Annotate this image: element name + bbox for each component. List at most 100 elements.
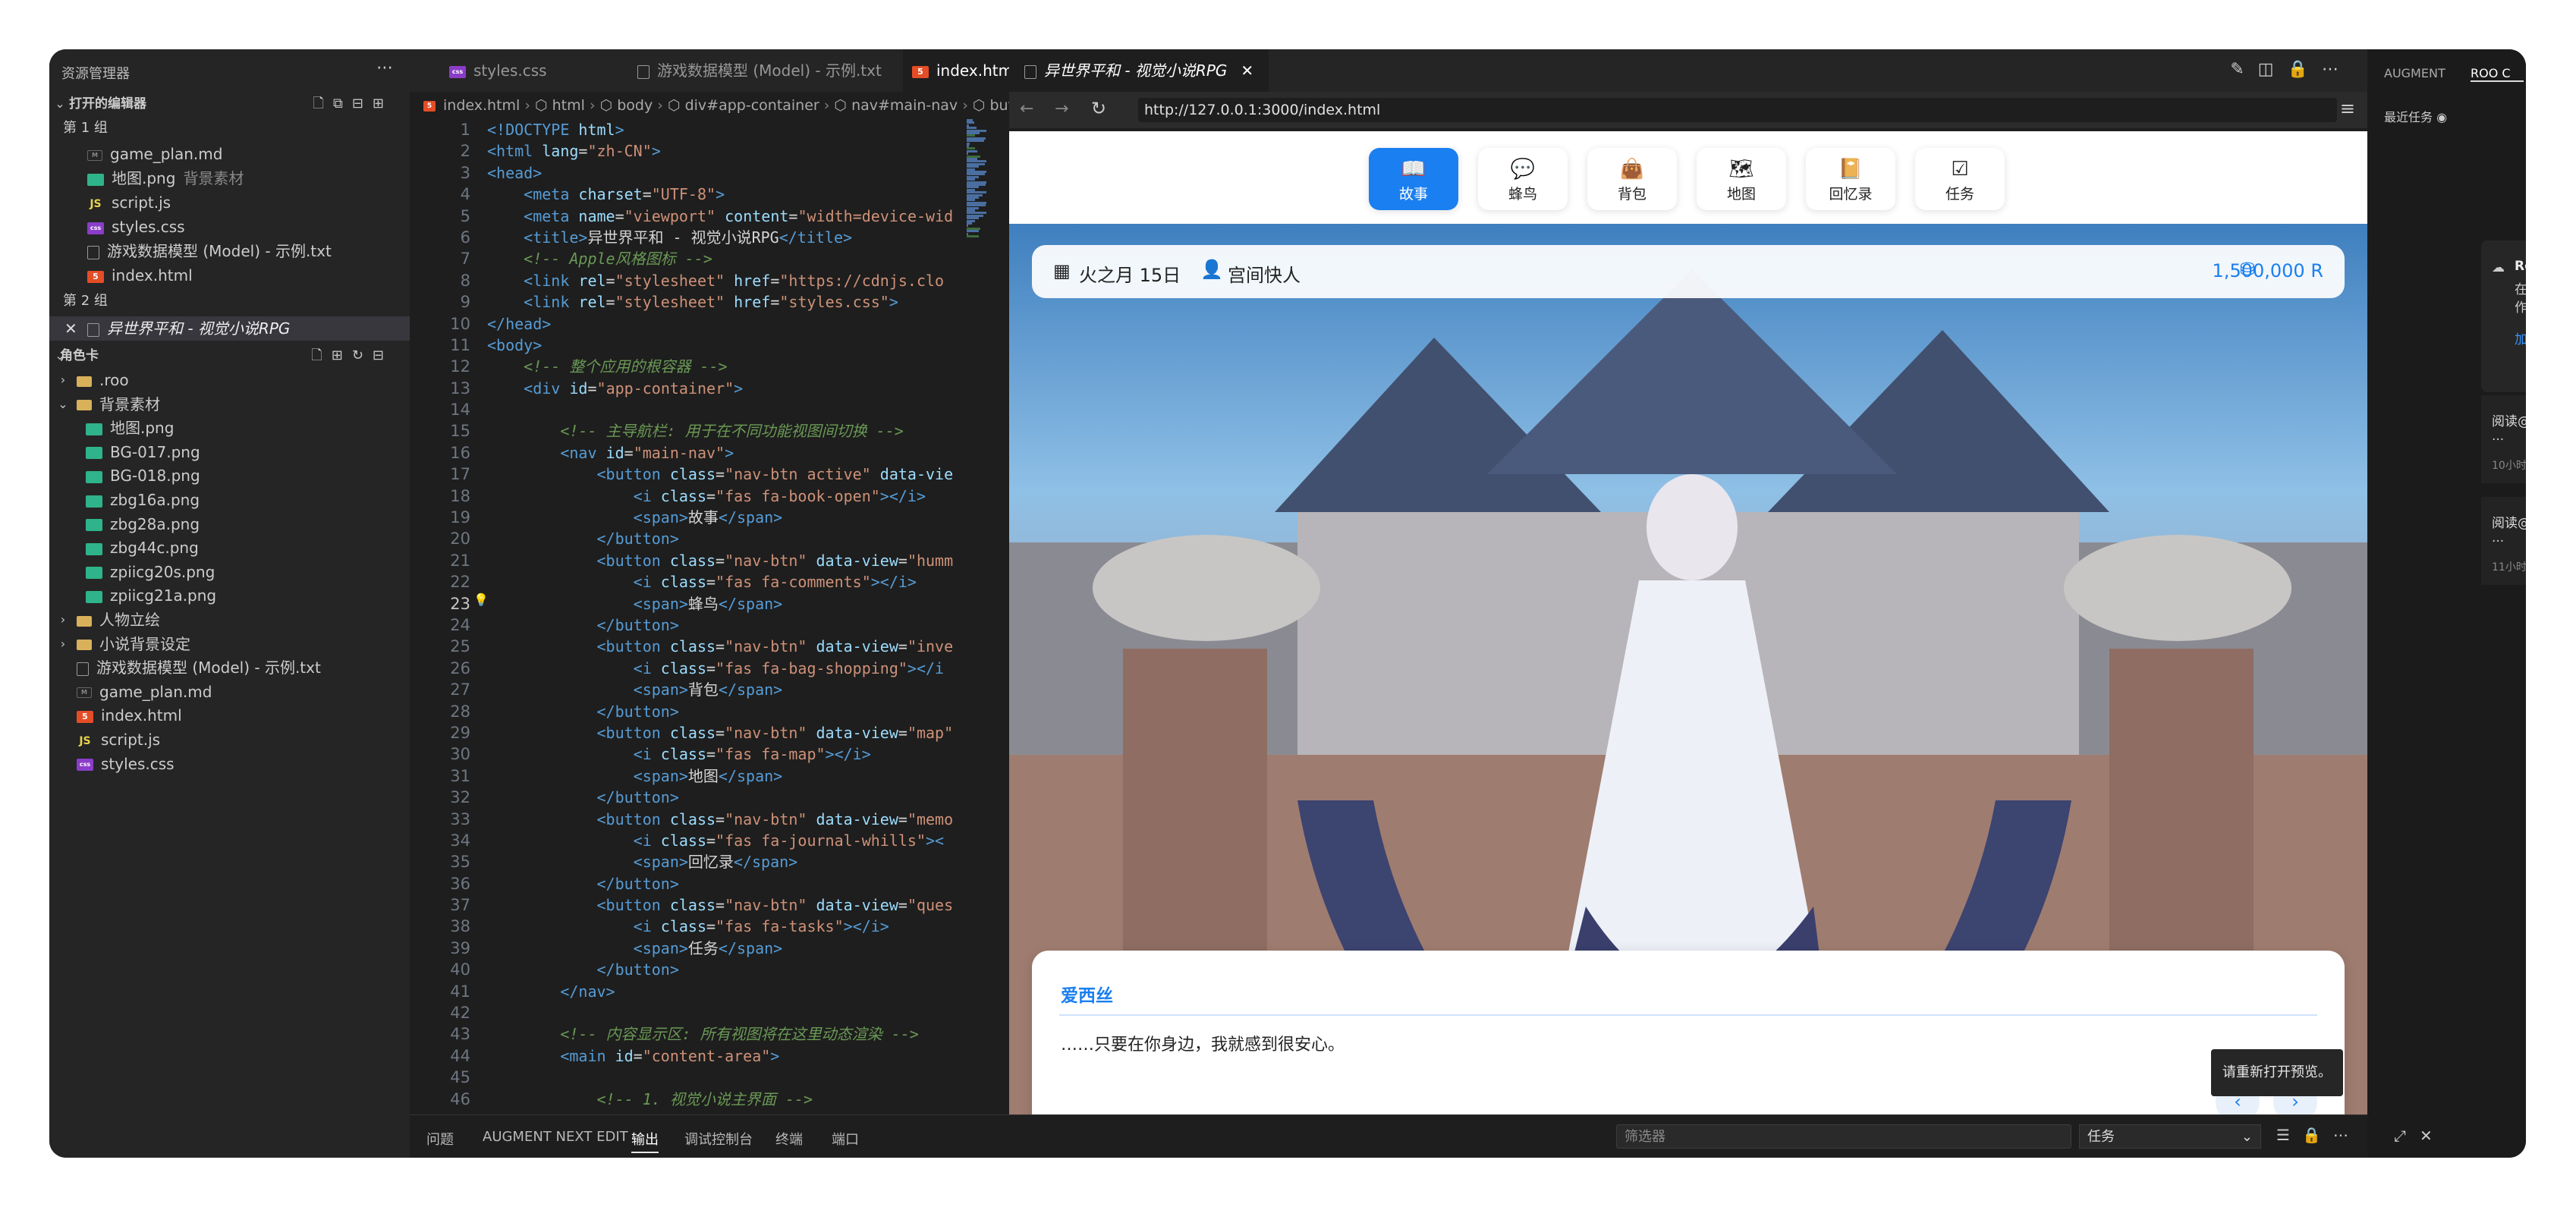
tree-file[interactable]: JS script.js: [49, 728, 410, 752]
tree-file[interactable]: Mgame_plan.md: [49, 680, 410, 704]
menu-icon[interactable]: ≡: [2340, 98, 2355, 119]
tree-file[interactable]: 5 index.html: [49, 703, 410, 728]
panel-tab[interactable]: 调试控制台: [684, 1129, 753, 1149]
tree-file[interactable]: BG-017.png: [49, 440, 410, 464]
panel-window-actions[interactable]: ⤢✕: [2394, 1127, 2446, 1145]
code-line: <span>任务</span>: [487, 938, 964, 959]
panel-tab[interactable]: AUGMENT NEXT EDIT: [483, 1129, 628, 1145]
close-icon[interactable]: ✕: [64, 316, 77, 341]
code-token: =: [587, 379, 597, 398]
cloud-card[interactable]: ☁ Roo C 在云端 作等宝 加入等: [2481, 240, 2526, 392]
dialogue-box[interactable]: 爱西丝 ……只要在你身边，我就感到很安心。 ‹ ›: [1032, 951, 2345, 1114]
list-icon[interactable]: ☰: [2276, 1126, 2302, 1144]
tree-file[interactable]: zpiicg21a.png: [49, 583, 410, 608]
tree-folder[interactable]: › 人物立绘: [49, 608, 410, 632]
tree-file[interactable]: zpiicg20s.png: [49, 560, 410, 584]
code-line: <title>异世界平和 - 视觉小说RPG</title>: [487, 227, 964, 248]
tab-preview[interactable]: 异世界平和 - 视觉小说RPG ✕: [1009, 49, 1269, 92]
open-editor-item[interactable]: Mgame_plan.md: [49, 142, 410, 166]
code-token: <html: [487, 142, 543, 161]
tree-folder[interactable]: › .roo: [49, 368, 410, 392]
recent-tasks-label: 最近任务: [2384, 110, 2433, 124]
tab-styles-css[interactable]: css styles.css: [449, 49, 547, 92]
code-token: </button>: [596, 615, 679, 634]
minimap[interactable]: [964, 119, 1002, 1113]
group-1-header[interactable]: 第 1 组: [49, 116, 410, 140]
tree-file[interactable]: BG-018.png: [49, 464, 410, 488]
nav-button-1[interactable]: 📖 故事: [1369, 148, 1458, 210]
lightbulb-icon[interactable]: 💡: [473, 592, 489, 607]
file-label: styles.css: [112, 218, 185, 236]
lock-icon[interactable]: 🔒: [2302, 1126, 2333, 1144]
close-icon[interactable]: ✕: [1241, 61, 1253, 80]
edit-icon[interactable]: ✎: [2230, 60, 2257, 79]
more-icon[interactable]: ⋯: [2333, 1126, 2361, 1144]
code-line: </button>: [487, 528, 964, 549]
open-editors-header[interactable]: ⌄ 打开的编辑器 🗋⧉⊟⊞: [49, 92, 410, 116]
code-area[interactable]: <!DOCTYPE html> <html lang="zh-CN"> <head>…: [487, 119, 964, 1110]
panel-tab[interactable]: 端口: [832, 1129, 859, 1149]
breadcrumb-item[interactable]: body: [617, 97, 653, 114]
recent-tasks-header[interactable]: 最近任务 ◉: [2384, 107, 2447, 125]
tab-label: styles.css: [473, 61, 547, 80]
tree-folder[interactable]: ⌄ 背景素材: [49, 392, 410, 416]
panel-tab[interactable]: 输出: [631, 1129, 659, 1153]
url-input[interactable]: http://127.0.0.1:3000/index.html: [1138, 98, 2337, 122]
task-item[interactable]: 阅读@/gam ... 10小时前: [2481, 395, 2526, 483]
reload-icon[interactable]: ↻: [1091, 98, 1106, 119]
tree-file[interactable]: css styles.css: [49, 752, 410, 776]
panel-tab[interactable]: 问题: [426, 1129, 454, 1149]
nav-button-5[interactable]: 📔 回忆录: [1806, 148, 1895, 210]
more-icon[interactable]: ⋯: [2322, 60, 2352, 79]
preview-icon: [1024, 64, 1036, 79]
breadcrumb-item[interactable]: div#app-container: [685, 97, 819, 114]
open-editor-item[interactable]: 5 index.html: [49, 263, 410, 288]
open-editor-item[interactable]: 地图.png 背景素材: [49, 166, 410, 190]
tree-file[interactable]: zbg16a.png: [49, 488, 410, 512]
open-editor-item[interactable]: css styles.css: [49, 215, 410, 239]
maximize-icon[interactable]: ⤢: [2394, 1127, 2420, 1145]
open-editor-item[interactable]: JS script.js: [49, 190, 410, 215]
more-icon[interactable]: ⋯: [376, 58, 393, 77]
open-editor-preview[interactable]: ✕ 异世界平和 - 视觉小说RPG: [49, 316, 410, 341]
forward-icon[interactable]: →: [1055, 99, 1068, 118]
tree-file[interactable]: 地图.png: [49, 416, 410, 440]
tree-folder[interactable]: › 小说背景设定: [49, 632, 410, 656]
nav-button-6[interactable]: ☑ 任务: [1915, 148, 2005, 210]
nav-button-2[interactable]: 💬 蜂鸟: [1478, 148, 1568, 210]
split-icon[interactable]: ◫: [2258, 60, 2288, 79]
breadcrumb-item[interactable]: index.html: [443, 97, 520, 114]
refresh-icon[interactable]: 🗋⊞↻⊟: [311, 344, 393, 368]
png-file-icon: [86, 447, 102, 460]
lock-icon[interactable]: 🔒: [2288, 60, 2322, 79]
project-header[interactable]: ⌄ 角色卡 🗋⊞↻⊟: [49, 344, 410, 368]
breadcrumb-item[interactable]: nav#main-nav: [851, 97, 958, 114]
panel-tab[interactable]: 终端: [775, 1129, 803, 1149]
nav-button-3[interactable]: 👜 背包: [1587, 148, 1677, 210]
tab-roo-code[interactable]: ROO C: [2471, 66, 2524, 82]
line-number: 10: [450, 314, 470, 333]
output-channel-select[interactable]: 任务 ⌄: [2079, 1124, 2261, 1149]
tab-augment[interactable]: AUGMENT: [2384, 66, 2445, 80]
code-token: rel: [578, 293, 606, 312]
tree-file[interactable]: zbg28a.png: [49, 512, 410, 536]
editor-actions[interactable]: ✎◫🔒⋯: [2230, 60, 2352, 79]
tab-model-txt[interactable]: 游戏数据模型 (Model) - 示例.txt: [637, 49, 882, 92]
task-item[interactable]: 阅读@/gam ... 11小时前: [2481, 497, 2526, 585]
breadcrumb-item[interactable]: html: [552, 97, 585, 114]
close-icon[interactable]: ✕: [2420, 1127, 2446, 1145]
group-2-header[interactable]: 第 2 组: [49, 289, 410, 313]
tree-file[interactable]: 游戏数据模型 (Model) - 示例.txt: [49, 655, 410, 680]
tree-file[interactable]: zbg44c.png: [49, 536, 410, 560]
book-open-icon: 📖: [1401, 158, 1426, 181]
join-link[interactable]: 加入等: [2515, 328, 2526, 347]
back-icon[interactable]: ←: [1020, 99, 1033, 118]
open-editor-item[interactable]: 游戏数据模型 (Model) - 示例.txt: [49, 239, 410, 263]
nav-button-4[interactable]: 🗺 地图: [1697, 148, 1786, 210]
new-file-icon[interactable]: 🗋⧉⊟⊞: [313, 92, 394, 116]
filter-input[interactable]: 筛选器: [1616, 1124, 2071, 1149]
panel-actions[interactable]: ☰🔒⋯: [2276, 1126, 2361, 1144]
line-number: 1: [460, 121, 470, 139]
tree-label: .roo: [99, 371, 129, 389]
